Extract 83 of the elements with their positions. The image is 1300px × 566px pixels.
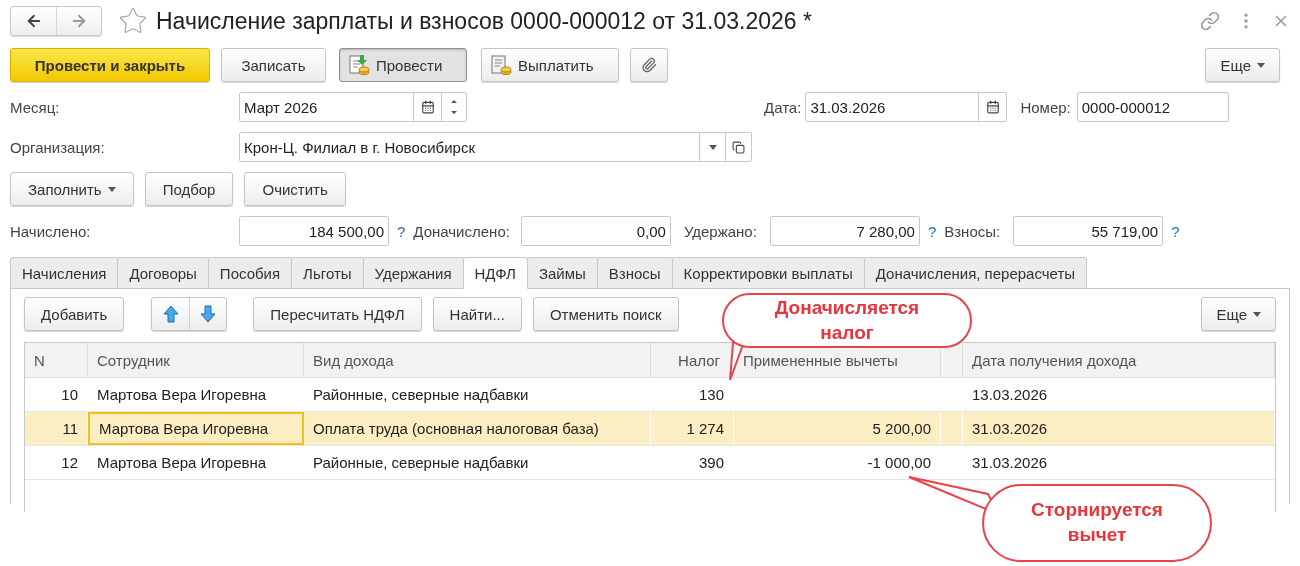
help-link[interactable]: ?: [397, 222, 406, 240]
total-field: 55 719,00: [1013, 216, 1164, 246]
total-label: Взносы:: [944, 222, 1001, 240]
arrow-right-icon: [70, 12, 88, 30]
link-icon[interactable]: [1200, 11, 1220, 31]
field-label: Номер:: [1020, 98, 1071, 116]
window-title: Начисление зарплаты и взносов 0000-000012 от 31.03.2026 *: [156, 7, 812, 35]
field-label: Организация:: [10, 138, 106, 156]
total-label: Удержано:: [683, 222, 757, 240]
date-field[interactable]: 31.03.2026: [805, 92, 1008, 122]
callout: Доначисляется налог: [722, 293, 972, 348]
attach-button[interactable]: [630, 48, 668, 82]
table-cell-text: 13.03.2026: [971, 385, 1049, 405]
column-header[interactable]: Дата получения дохода: [963, 343, 1275, 377]
more-button[interactable]: Еще: [1201, 297, 1276, 331]
pay-button[interactable]: Выплатить: [481, 48, 619, 82]
panel-toolbar-button[interactable]: Найти...: [432, 297, 522, 331]
more-button[interactable]: Еще: [1205, 48, 1280, 82]
fill-toolbar-button[interactable]: Подбор: [144, 172, 234, 206]
column-header[interactable]: N: [25, 343, 88, 377]
favorite-star-icon[interactable]: [118, 6, 148, 36]
table-cell-text: Районные, северные надбавки: [312, 453, 530, 473]
help-link[interactable]: ?: [927, 222, 937, 240]
tab[interactable]: Взносы: [596, 257, 673, 288]
table-cell: 11: [25, 412, 88, 445]
caret-icon: [708, 144, 717, 150]
tab[interactable]: Корректировки выплаты: [671, 257, 865, 288]
table-cell-text: Мартова Вера Игоревна: [96, 453, 268, 473]
table-cell-text: Мартова Вера Игоревна: [96, 385, 268, 405]
post-and-close-button[interactable]: Провести и закрыть: [10, 48, 210, 82]
tab[interactable]: НДФЛ: [462, 257, 528, 289]
table-cell-text: 31.03.2026: [971, 453, 1049, 473]
document-coins-icon: [348, 54, 370, 76]
tab[interactable]: Доначисления, перерасчеты: [863, 257, 1088, 288]
fill-toolbar-button[interactable]: Очистить: [244, 172, 346, 206]
total-field: 184 500,00: [239, 216, 389, 246]
document-coins-icon: [490, 54, 512, 76]
save-button[interactable]: Записать: [221, 48, 326, 82]
total-label: Доначислено:: [413, 222, 510, 240]
table-cell: 5 200,00: [734, 412, 941, 445]
fill-toolbar-button[interactable]: Заполнить: [10, 172, 134, 206]
tab[interactable]: Пособия: [207, 257, 293, 288]
tab[interactable]: Договоры: [117, 257, 209, 288]
table-cell: Оплата труда (основная налоговая база): [304, 412, 651, 445]
open-icon: [732, 140, 745, 154]
table-cell-text: 130: [697, 385, 725, 405]
tab[interactable]: Удержания: [362, 257, 464, 288]
caret-icon: [1257, 62, 1265, 68]
table-cell-text: 10: [60, 385, 79, 405]
arrow-up-icon: [162, 305, 179, 323]
tab[interactable]: Займы: [526, 257, 598, 288]
paperclip-icon: [641, 57, 657, 73]
table-cell-text: 12: [60, 453, 79, 473]
field-label: Месяц:: [10, 98, 61, 116]
tab[interactable]: Начисления: [10, 257, 119, 288]
arrow-down-icon: [200, 305, 217, 323]
table-cell-text: Районные, северные надбавки: [312, 385, 530, 405]
callout: Сторнируется вычет: [982, 484, 1212, 562]
panel-toolbar-button[interactable]: Добавить: [24, 297, 125, 331]
table-cell-text: -1 000,00: [866, 453, 932, 473]
table-cell-text: 390: [697, 453, 725, 473]
calendar-icon: [985, 100, 1000, 114]
tab[interactable]: Льготы: [291, 257, 364, 288]
table-row[interactable]: 11 Мартова Вера Игоревна Оплата труда (основная налоговая база) 1 274 5 200,00 31.03.2026: [25, 412, 1275, 446]
calendar-icon: [420, 100, 435, 114]
panel-toolbar-button[interactable]: Пересчитать НДФЛ: [253, 297, 422, 331]
panel-toolbar-button[interactable]: Отменить поиск: [532, 297, 679, 331]
number-field[interactable]: 0000-000012: [1076, 92, 1229, 122]
field-label: Дата:: [764, 98, 802, 116]
total-label: Начислено:: [10, 222, 92, 240]
total-field: 0,00: [520, 216, 671, 246]
caret-icon: [1253, 311, 1261, 317]
column-header[interactable]: Вид дохода: [304, 343, 651, 377]
table-cell: Мартова Вера Игоревна: [88, 412, 304, 445]
help-link[interactable]: ?: [1171, 222, 1180, 240]
table-cell: 31.03.2026: [963, 412, 1275, 445]
total-field: 7 280,00: [769, 216, 920, 246]
organization-field[interactable]: Крон-Ц. Филиал в г. Новосибирск: [239, 132, 752, 162]
spinner-icon: [451, 99, 457, 115]
post-button[interactable]: Провести: [339, 48, 467, 82]
month-field[interactable]: Март 2026: [239, 92, 467, 122]
table-cell: 1 274: [651, 412, 734, 445]
column-header[interactable]: Сотрудник: [88, 343, 304, 377]
